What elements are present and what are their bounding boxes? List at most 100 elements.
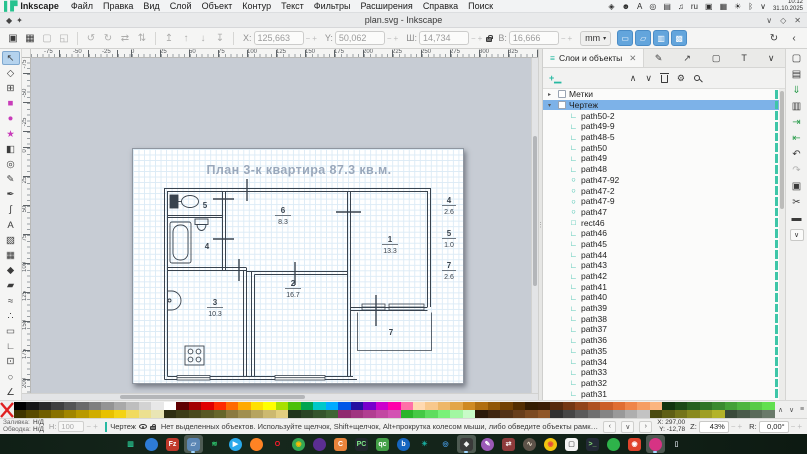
object-row[interactable]: ∟path46 — [543, 228, 785, 239]
tool-dropper[interactable]: ◆ — [2, 264, 20, 278]
tool-tweak[interactable]: ≈ — [2, 294, 20, 308]
object-row[interactable]: ○path47-9 — [543, 196, 785, 207]
horizontal-ruler[interactable]: -75-50-250255075100125150175200225250275… — [31, 49, 538, 58]
snap-controls-button[interactable]: ↻ — [766, 30, 782, 46]
delete-layer-button[interactable] — [661, 75, 668, 83]
color-swatch[interactable] — [650, 410, 662, 418]
color-swatch[interactable] — [351, 410, 363, 418]
palette-up-button[interactable]: ∧ — [778, 406, 783, 414]
color-swatch[interactable] — [39, 410, 51, 418]
color-swatch[interactable] — [500, 402, 512, 410]
rotate-cw-button[interactable]: ↻ — [100, 30, 116, 46]
object-row[interactable]: ∟path33 — [543, 367, 785, 378]
color-swatch[interactable] — [550, 410, 562, 418]
color-swatch[interactable] — [750, 402, 762, 410]
paste-icon[interactable]: ▬ — [792, 213, 802, 224]
color-swatch[interactable] — [226, 410, 238, 418]
app-folder-c[interactable]: C — [331, 435, 350, 453]
color-swatch[interactable] — [164, 410, 176, 418]
color-swatch[interactable] — [238, 410, 250, 418]
color-swatch[interactable] — [301, 402, 313, 410]
color-swatch[interactable] — [463, 402, 475, 410]
app-purple[interactable] — [310, 435, 329, 453]
y-steppers[interactable]: −+ — [387, 34, 400, 43]
color-swatch[interactable] — [525, 402, 537, 410]
color-swatch[interactable] — [538, 402, 550, 410]
menu-Объект[interactable]: Объект — [197, 1, 238, 11]
rotation-steppers[interactable]: −+ — [791, 422, 804, 431]
color-swatch[interactable] — [475, 410, 487, 418]
menu-Расширения[interactable]: Расширения — [355, 1, 417, 11]
tool-ellipse[interactable]: ● — [2, 112, 20, 126]
color-swatch[interactable] — [675, 410, 687, 418]
color-swatch[interactable] — [326, 410, 338, 418]
color-swatch[interactable] — [288, 410, 300, 418]
shield-icon[interactable]: ◈ — [608, 2, 614, 11]
color-swatch[interactable] — [64, 402, 76, 410]
select-all-layers-button[interactable]: ▦ — [22, 30, 38, 46]
app-krita[interactable]: ✎ — [478, 435, 497, 453]
color-swatch[interactable] — [114, 402, 126, 410]
palette-down-button[interactable]: ∨ — [789, 406, 794, 414]
color-swatch[interactable] — [326, 402, 338, 410]
move-up-button[interactable]: ∧ — [630, 73, 637, 84]
color-swatch[interactable] — [675, 402, 687, 410]
units-dropdown[interactable]: mm▾ — [580, 31, 611, 46]
app-qcad[interactable]: qc — [373, 435, 392, 453]
color-swatch[interactable] — [575, 410, 587, 418]
color-swatch[interactable] — [600, 410, 612, 418]
color-swatch[interactable] — [101, 402, 113, 410]
import-icon[interactable]: ⇥ — [792, 117, 800, 128]
color-swatch[interactable] — [288, 402, 300, 410]
color-swatch[interactable] — [51, 410, 63, 418]
vertical-scroll-thumb[interactable] — [533, 136, 537, 286]
app-pycharm[interactable]: PC — [352, 435, 371, 453]
close-button[interactable]: ✕ — [794, 16, 801, 25]
menu-Справка[interactable]: Справка — [418, 1, 463, 11]
no-color-swatch[interactable] — [0, 401, 14, 418]
lower-to-bottom-button[interactable]: ↧ — [212, 30, 228, 46]
collapse-toolbar-button[interactable]: ‹ — [786, 30, 802, 46]
tool-rectangle[interactable]: ■ — [2, 97, 20, 111]
color-swatch[interactable] — [700, 410, 712, 418]
tool-mesh[interactable]: ▦ — [2, 248, 20, 262]
app-chrome[interactable]: ◉ — [289, 435, 308, 453]
color-swatch[interactable] — [450, 410, 462, 418]
rotation-input[interactable]: 0,00° — [759, 421, 789, 433]
color-swatch[interactable] — [263, 402, 275, 410]
volume-icon[interactable]: ♫ — [678, 2, 684, 11]
color-swatch[interactable] — [126, 402, 138, 410]
color-swatch[interactable] — [14, 410, 26, 418]
color-swatch[interactable] — [450, 402, 462, 410]
color-swatch[interactable] — [363, 410, 375, 418]
tool-spiral[interactable]: ◎ — [2, 157, 20, 171]
color-swatch[interactable] — [189, 410, 201, 418]
chevron-down-icon[interactable]: ∨ — [760, 2, 766, 11]
new-document-icon[interactable]: ▢ — [792, 53, 801, 64]
color-swatch[interactable] — [513, 410, 525, 418]
color-swatch[interactable] — [625, 402, 637, 410]
color-swatch[interactable] — [76, 410, 88, 418]
y-input[interactable]: 50,062 — [335, 31, 385, 45]
object-row[interactable]: ∟path41 — [543, 281, 785, 292]
scale-pattern-toggle[interactable]: ▩ — [671, 30, 687, 46]
tool-pages[interactable]: ⊡ — [2, 355, 20, 369]
horizontal-scroll-thumb[interactable] — [120, 395, 305, 399]
color-swatch[interactable] — [513, 402, 525, 410]
app-web-globe[interactable]: ◎ — [436, 435, 455, 453]
width-steppers[interactable]: −+ — [471, 34, 484, 43]
tool-eraser[interactable]: ▭ — [2, 324, 20, 338]
flip-horizontal-button[interactable]: ⇄ — [117, 30, 133, 46]
tool-measure[interactable]: ∠ — [2, 385, 20, 399]
tool-spray[interactable]: ∴ — [2, 309, 20, 323]
layers-scroll-thumb[interactable] — [780, 91, 784, 209]
object-row[interactable]: ∟path48 — [543, 164, 785, 175]
app-telegram[interactable]: ▶ — [226, 435, 245, 453]
color-swatch[interactable] — [525, 410, 537, 418]
color-swatch[interactable] — [687, 410, 699, 418]
object-row[interactable]: ∟path49 — [543, 153, 785, 164]
zoom-steppers[interactable]: −+ — [731, 422, 744, 431]
color-swatch[interactable] — [662, 402, 674, 410]
expander-icon[interactable]: ▾ — [548, 102, 555, 109]
raise-button[interactable]: ↑ — [178, 30, 194, 46]
